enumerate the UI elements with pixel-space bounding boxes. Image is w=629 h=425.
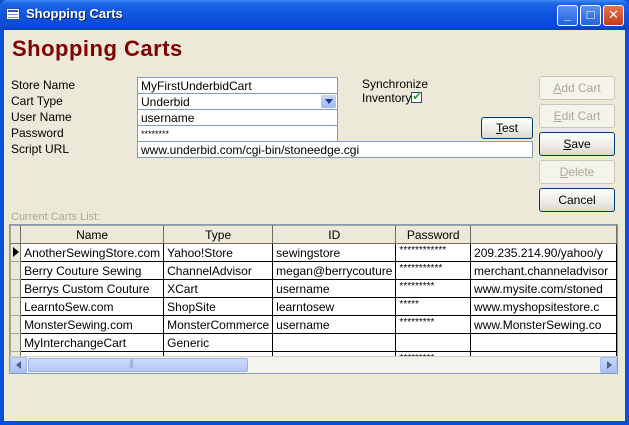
- scroll-left-icon[interactable]: [10, 357, 27, 373]
- table-row[interactable]: LearntoSew.com ShopSite learntosew *****…: [10, 297, 617, 316]
- script-url-field[interactable]: www.underbid.com/cgi-bin/stoneedge.cgi: [137, 141, 533, 158]
- cell-password[interactable]: *****: [395, 297, 472, 316]
- script-url-label: Script URL: [11, 142, 70, 156]
- column-header-name[interactable]: Name: [20, 225, 165, 244]
- cell-type[interactable]: Yahoo!Store: [163, 243, 274, 262]
- table-row[interactable]: Berrys Custom Couture XCart username ***…: [10, 279, 617, 298]
- minimize-button[interactable]: _: [557, 5, 578, 26]
- row-selector[interactable]: [10, 315, 22, 334]
- cell-name[interactable]: MonsterSewing.com: [20, 315, 165, 334]
- current-carts-list-label: Current Carts List:: [11, 211, 101, 223]
- column-header-password[interactable]: Password: [395, 225, 472, 244]
- cell-name[interactable]: AnotherSewingStore.com: [20, 243, 165, 262]
- edit-cart-button[interactable]: Edit Cart: [539, 104, 615, 128]
- carts-datasheet[interactable]: Name Type ID Password AnotherSewingStore…: [9, 224, 618, 374]
- synchronize-inventory-checkbox[interactable]: [411, 90, 423, 104]
- window-title: Shopping Carts: [26, 6, 123, 21]
- cell-id[interactable]: learntosew: [272, 297, 397, 316]
- cell-type[interactable]: MonsterCommerce: [163, 315, 274, 334]
- scrollbar-thumb[interactable]: [28, 358, 248, 372]
- row-selector[interactable]: [10, 333, 22, 352]
- test-button[interactable]: Test: [481, 117, 533, 139]
- chevron-down-icon[interactable]: [321, 95, 336, 108]
- cart-type-label: Cart Type: [11, 94, 63, 108]
- maximize-button[interactable]: □: [580, 5, 601, 26]
- cell-id[interactable]: username: [272, 279, 397, 298]
- cart-type-value: Underbid: [141, 95, 190, 109]
- cell-url[interactable]: www.MonsterSewing.co: [470, 315, 617, 334]
- cell-url[interactable]: www.myshopsitestore.c: [470, 297, 617, 316]
- close-button[interactable]: ✕: [603, 5, 624, 26]
- cell-url[interactable]: [470, 333, 617, 352]
- table-row[interactable]: MonsterSewing.com MonsterCommerce userna…: [10, 315, 617, 334]
- synchronize-inventory-option[interactable]: Synchronize Inventory: [362, 77, 429, 105]
- password-field[interactable]: ********: [137, 125, 338, 142]
- row-selector[interactable]: [10, 261, 22, 280]
- cell-name[interactable]: Berrys Custom Couture: [20, 279, 165, 298]
- cell-id[interactable]: sewingstore: [272, 243, 397, 262]
- title-bar[interactable]: Shopping Carts _ □ ✕: [0, 0, 629, 30]
- cell-name[interactable]: LearntoSew.com: [20, 297, 165, 316]
- cancel-button[interactable]: Cancel: [539, 188, 615, 212]
- inventory-label: Inventory: [362, 91, 412, 105]
- row-selector-header: [10, 225, 22, 244]
- cell-type[interactable]: ChannelAdvisor: [163, 261, 274, 280]
- cell-id[interactable]: [272, 333, 397, 352]
- cell-password[interactable]: *********: [395, 315, 472, 334]
- cell-password[interactable]: ************: [395, 243, 472, 262]
- row-selector[interactable]: [10, 279, 22, 298]
- row-selector[interactable]: [10, 243, 22, 262]
- store-name-label: Store Name: [11, 78, 76, 92]
- table-header-row: Name Type ID Password: [10, 225, 617, 244]
- column-header-id[interactable]: ID: [272, 225, 397, 244]
- horizontal-scrollbar[interactable]: [10, 356, 617, 373]
- column-header-url[interactable]: [470, 225, 617, 244]
- column-header-type[interactable]: Type: [163, 225, 274, 244]
- user-name-label: User Name: [11, 110, 72, 124]
- cell-type[interactable]: XCart: [163, 279, 274, 298]
- cell-type[interactable]: ShopSite: [163, 297, 274, 316]
- store-name-field[interactable]: MyFirstUnderbidCart: [137, 77, 338, 94]
- form-icon: [6, 8, 20, 20]
- cell-url[interactable]: merchant.channeladvisor: [470, 261, 617, 280]
- table-row[interactable]: MyInterchangeCart Generic: [10, 333, 617, 352]
- cell-name[interactable]: MyInterchangeCart: [20, 333, 165, 352]
- cell-url[interactable]: www.mysite.com/stoned: [470, 279, 617, 298]
- cart-type-select[interactable]: Underbid: [137, 93, 338, 110]
- table-row[interactable]: Berry Couture Sewing ChannelAdvisor mega…: [10, 261, 617, 280]
- cell-id[interactable]: username: [272, 315, 397, 334]
- password-label: Password: [11, 126, 64, 140]
- add-cart-button[interactable]: Add Cart: [539, 76, 615, 100]
- cell-name[interactable]: Berry Couture Sewing: [20, 261, 165, 280]
- scroll-right-icon[interactable]: [600, 357, 617, 373]
- current-record-icon: [12, 246, 19, 257]
- form-client-area: Shopping Carts Store Name MyFirstUnderbi…: [4, 30, 625, 421]
- row-selector[interactable]: [10, 297, 22, 316]
- cell-password[interactable]: *********: [395, 279, 472, 298]
- shopping-carts-window: Shopping Carts _ □ ✕ Shopping Carts Stor…: [0, 0, 629, 425]
- cell-url[interactable]: 209.235.214.90/yahoo/y: [470, 243, 617, 262]
- table-row[interactable]: AnotherSewingStore.com Yahoo!Store sewin…: [10, 243, 617, 262]
- cell-type[interactable]: Generic: [163, 333, 274, 352]
- cell-id[interactable]: megan@berrycouture: [272, 261, 397, 280]
- save-button[interactable]: Save: [539, 132, 615, 156]
- carts-table: Name Type ID Password AnotherSewingStore…: [10, 225, 617, 370]
- cell-password[interactable]: ***********: [395, 261, 472, 280]
- delete-button[interactable]: Delete: [539, 160, 615, 184]
- synchronize-label: Synchronize: [362, 77, 429, 91]
- user-name-field[interactable]: username: [137, 109, 338, 126]
- page-title: Shopping Carts: [12, 36, 183, 61]
- cell-password[interactable]: [395, 333, 472, 352]
